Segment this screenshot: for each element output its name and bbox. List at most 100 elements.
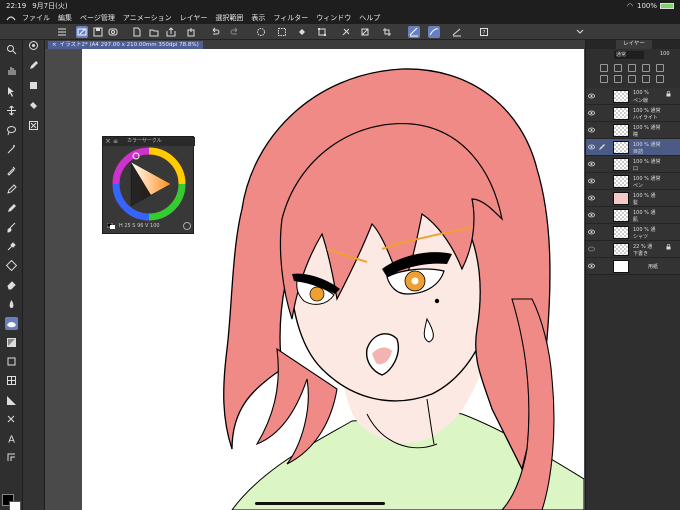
menu-file[interactable]: ファイル: [22, 13, 50, 23]
crop-icon[interactable]: [381, 26, 393, 38]
close-icon[interactable]: ×: [105, 137, 111, 146]
eye-icon[interactable]: [588, 263, 595, 269]
eye-icon[interactable]: [588, 246, 595, 252]
fill-icon[interactable]: [296, 26, 308, 38]
layer-row-selected[interactable]: 100 % 通常 目詰: [586, 139, 680, 156]
blend-mode-select[interactable]: 通常: [614, 51, 644, 59]
eye-icon[interactable]: [588, 144, 595, 150]
transform-icon[interactable]: [316, 26, 328, 38]
sub-color-swatch[interactable]: [9, 501, 21, 510]
subtool-target-icon[interactable]: [28, 40, 40, 52]
eye-icon[interactable]: [588, 195, 595, 201]
share-icon[interactable]: [185, 26, 197, 38]
frame-icon[interactable]: [5, 374, 18, 387]
fill-tool-icon[interactable]: [5, 317, 18, 330]
opacity-value[interactable]: 100: [660, 51, 670, 57]
ruler-icon[interactable]: [5, 394, 18, 407]
layer-row[interactable]: 100 % 通 シャツ: [586, 224, 680, 241]
decoration-icon[interactable]: [5, 259, 18, 272]
blend-icon[interactable]: [5, 298, 18, 311]
menu-help[interactable]: ヘルプ: [359, 13, 380, 23]
layer-row[interactable]: 100 % 通常 瞳: [586, 122, 680, 139]
eraser-icon[interactable]: [5, 278, 18, 291]
deselect-icon[interactable]: [276, 26, 288, 38]
operation-icon[interactable]: [5, 85, 18, 98]
gradient-icon[interactable]: [5, 336, 18, 349]
settings-icon[interactable]: [642, 75, 650, 83]
mode-toggle-icon[interactable]: [183, 222, 191, 230]
text-icon[interactable]: A: [5, 432, 18, 445]
lasso-icon[interactable]: [5, 124, 18, 137]
save-icon[interactable]: [92, 26, 104, 38]
menu-filter[interactable]: フィルター: [273, 13, 308, 23]
expand-icon[interactable]: [574, 26, 586, 38]
layer-row[interactable]: 100 % ペン線: [586, 88, 680, 105]
layer-row[interactable]: 100 % 通 髪: [586, 190, 680, 207]
palette-swatch-icon[interactable]: [107, 223, 115, 229]
more-icon[interactable]: [656, 75, 664, 83]
new-vector-icon[interactable]: [614, 64, 622, 72]
layer-row-paper[interactable]: 用紙: [586, 258, 680, 275]
subtool-cancel-icon[interactable]: [28, 120, 40, 132]
menu-page[interactable]: ページ管理: [80, 13, 115, 23]
vector-icon[interactable]: [5, 413, 18, 426]
figure-icon[interactable]: [5, 355, 18, 368]
merge-icon[interactable]: [600, 75, 608, 83]
hand-icon[interactable]: [5, 64, 18, 77]
menu-edit[interactable]: 編集: [58, 13, 72, 23]
menu-window[interactable]: ウィンドウ: [316, 13, 351, 23]
new-icon[interactable]: [131, 26, 143, 38]
tab-close-icon[interactable]: ×: [52, 42, 57, 48]
eye-icon[interactable]: [588, 110, 595, 116]
airbrush-icon[interactable]: [5, 240, 18, 253]
tab-layer[interactable]: レイヤー: [616, 40, 652, 49]
export-icon[interactable]: [165, 26, 177, 38]
folder-icon[interactable]: [628, 64, 636, 72]
snap-special-icon[interactable]: [428, 26, 440, 38]
eye-icon[interactable]: [588, 178, 595, 184]
menu-icon[interactable]: ≡: [113, 137, 118, 146]
undo-icon[interactable]: [209, 26, 221, 38]
menu-icon[interactable]: [56, 26, 68, 38]
layer-row[interactable]: 22 % 通 下書き: [586, 241, 680, 258]
artwork[interactable]: [82, 49, 584, 510]
open-icon[interactable]: [107, 26, 119, 38]
subtool-bucket-icon[interactable]: [28, 100, 40, 112]
subtool-color-icon[interactable]: [28, 80, 40, 92]
correct-line-icon[interactable]: [5, 451, 18, 464]
layer-row[interactable]: 100 % 通常 ハイライト: [586, 105, 680, 122]
new-layer-icon[interactable]: [600, 64, 608, 72]
pen-icon[interactable]: [5, 183, 18, 196]
select-icon[interactable]: [255, 26, 267, 38]
mask-icon[interactable]: [656, 64, 664, 72]
eye-icon[interactable]: [588, 127, 595, 133]
invert-icon[interactable]: [359, 26, 371, 38]
eye-icon[interactable]: [588, 229, 595, 235]
menu-animation[interactable]: アニメーション: [123, 13, 172, 23]
hue-ring[interactable]: [109, 146, 189, 226]
wand-icon[interactable]: [5, 143, 18, 156]
subtool-pen-icon[interactable]: [28, 60, 40, 72]
menu-view[interactable]: 表示: [251, 13, 265, 23]
canvas-area[interactable]: × イラスト2* (A4 297.00 x 210.00mm 350dpi 78.…: [45, 40, 585, 510]
menu-layer[interactable]: レイヤー: [180, 13, 208, 23]
layer-row[interactable]: 100 % 通常 ペン: [586, 173, 680, 190]
snap-ruler-icon[interactable]: [408, 26, 420, 38]
color-swatches[interactable]: [2, 494, 22, 510]
menu-selection[interactable]: 選択範囲: [215, 13, 243, 23]
eye-icon[interactable]: [588, 212, 595, 218]
canvas-icon[interactable]: [76, 26, 88, 38]
paper[interactable]: [82, 49, 584, 510]
help-icon[interactable]: ?: [478, 26, 490, 38]
pencil-icon[interactable]: [5, 202, 18, 215]
layer-row[interactable]: 100 % 通常 口: [586, 156, 680, 173]
eyedropper-icon[interactable]: [5, 164, 18, 177]
eye-icon[interactable]: [588, 161, 595, 167]
redo-icon[interactable]: [229, 26, 241, 38]
clear-icon[interactable]: [340, 26, 352, 38]
snap-grid-icon[interactable]: [451, 26, 463, 38]
color-circle-palette[interactable]: カラーサークル × ≡ H 25 S 96 V 100: [102, 136, 195, 234]
eye-icon[interactable]: [588, 93, 595, 99]
move-icon[interactable]: [5, 104, 18, 117]
copy-icon[interactable]: [614, 75, 622, 83]
